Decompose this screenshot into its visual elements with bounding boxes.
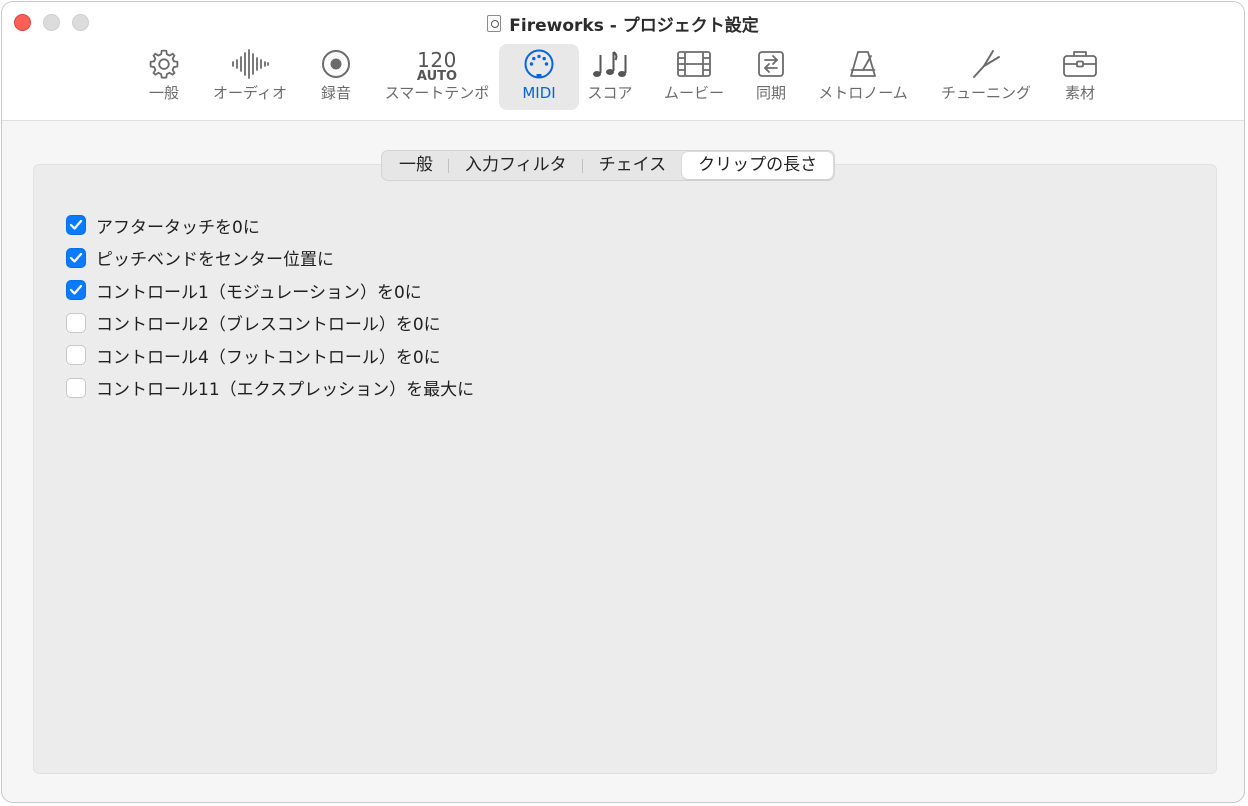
toolbar-item-movie[interactable]: ムービー — [658, 44, 730, 110]
toolbar-item-record[interactable]: 録音 — [312, 44, 360, 110]
midi-connector-icon — [522, 44, 556, 84]
toolbar-item-score[interactable]: スコア — [584, 44, 636, 110]
tempo-icon: 120 AUTO — [417, 44, 457, 84]
control-1-checkbox[interactable] — [66, 280, 86, 301]
window-title-text: Fireworks - プロジェクト設定 — [509, 16, 759, 36]
checkmark-icon — [69, 220, 83, 230]
toolbar-label: メトロノーム — [818, 84, 908, 102]
option-pitch-bend[interactable]: ピッチベンドをセンター位置に — [66, 242, 474, 275]
option-label: ピッチベンドをセンター位置に — [96, 250, 334, 271]
option-control-2[interactable]: コントロール2（ブレスコントロール）を0に — [66, 307, 474, 340]
midi-settings-tabs: 一般 入力フィルタ チェイス クリップの長さ — [381, 150, 836, 181]
toolbar-item-midi[interactable]: MIDI — [499, 44, 579, 110]
tempo-number: 120 — [417, 47, 457, 72]
option-control-4[interactable]: コントロール4（フットコントロール）を0に — [66, 339, 474, 372]
toolbar-label: ムービー — [663, 84, 724, 102]
checkmark-icon — [69, 252, 83, 263]
toolbar-label: スマートテンポ — [384, 84, 490, 102]
title-bar: Fireworks - プロジェクト設定 一般 オーディオ 録音 120 AUT… — [2, 2, 1244, 121]
music-notes-icon — [591, 44, 629, 84]
toolbar-label: MIDI — [522, 84, 556, 102]
tab-clip-length[interactable]: クリップの長さ — [682, 152, 834, 179]
project-settings-window: Fireworks - プロジェクト設定 一般 オーディオ 録音 120 AUT… — [1, 1, 1245, 803]
option-label: コントロール11（エクスプレッション）を最大に — [96, 380, 475, 401]
gear-icon — [147, 44, 181, 84]
tab-chase[interactable]: チェイス — [583, 152, 683, 179]
option-label: コントロール1（モジュレーション）を0に — [96, 282, 422, 303]
pitch-bend-checkbox[interactable] — [66, 247, 86, 268]
option-label: アフタータッチを0に — [96, 217, 260, 238]
checkmark-icon — [69, 285, 83, 295]
toolbar-item-metronome[interactable]: メトロノーム — [812, 44, 914, 110]
option-label: コントロール4（フットコントロール）を0に — [96, 347, 441, 368]
toolbar-label: チューニング — [940, 84, 1031, 102]
tab-input-filter[interactable]: 入力フィルタ — [449, 152, 583, 179]
option-control-1[interactable]: コントロール1（モジュレーション）を0に — [66, 274, 474, 307]
option-label: コントロール2（ブレスコントロール）を0に — [96, 315, 441, 336]
record-icon — [320, 44, 352, 84]
settings-toolbar: 一般 オーディオ 録音 120 AUTO スマートテンポ MIDI スコア ムー… — [2, 44, 1244, 110]
toolbar-item-audio[interactable]: オーディオ — [206, 44, 294, 110]
toolbar-item-smart-tempo[interactable]: 120 AUTO スマートテンポ — [378, 44, 496, 110]
control-11-checkbox[interactable] — [66, 377, 86, 398]
briefcase-icon — [1062, 44, 1098, 84]
toolbar-label: オーディオ — [213, 84, 287, 102]
sync-icon — [756, 44, 786, 84]
film-icon — [676, 44, 712, 84]
tab-general[interactable]: 一般 — [383, 152, 449, 179]
metronome-icon — [847, 44, 879, 84]
toolbar-label: 素材 — [1064, 84, 1095, 102]
waveform-icon — [230, 44, 270, 84]
option-aftertouch[interactable]: アフタータッチを0に — [66, 209, 474, 242]
toolbar-label: スコア — [587, 84, 633, 102]
control-4-checkbox[interactable] — [66, 345, 86, 366]
document-icon — [487, 15, 502, 32]
toolbar-label: 一般 — [148, 84, 179, 102]
toolbar-item-tuning[interactable]: チューニング — [936, 44, 1036, 110]
toolbar-item-sync[interactable]: 同期 — [748, 44, 794, 110]
aftertouch-checkbox[interactable] — [66, 215, 86, 236]
toolbar-label: 同期 — [755, 84, 786, 102]
window-title: Fireworks - プロジェクト設定 — [2, 11, 1244, 36]
option-control-11[interactable]: コントロール11（エクスプレッション）を最大に — [66, 372, 474, 405]
toolbar-item-assets[interactable]: 素材 — [1056, 44, 1104, 110]
toolbar-item-general[interactable]: 一般 — [138, 44, 190, 110]
reset-options-list: アフタータッチを0に ピッチベンドをセンター位置に コントロール1（モジュレーシ… — [66, 209, 474, 404]
tempo-mode: AUTO — [416, 68, 458, 84]
tuning-fork-icon — [969, 44, 1003, 84]
control-2-checkbox[interactable] — [66, 312, 86, 333]
toolbar-label: 録音 — [320, 84, 351, 102]
